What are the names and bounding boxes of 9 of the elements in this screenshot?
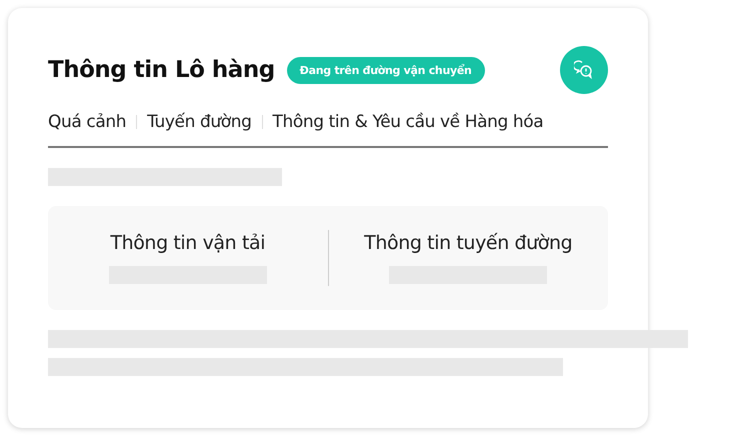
section-heading: Thông tin vận tải	[110, 232, 266, 254]
status-badge: Đang trên đường vận chuyển	[286, 56, 485, 84]
tab[interactable]: Quá cảnh	[48, 112, 126, 132]
section-heading: Thông tin tuyến đường	[364, 232, 572, 254]
tab[interactable]: Thông tin & Yêu cầu về Hàng hóa	[272, 112, 544, 132]
tab[interactable]: Tuyến đường	[147, 112, 252, 132]
chat-button[interactable]	[560, 46, 608, 94]
chat-bubbles-icon	[574, 60, 594, 80]
card-title: Thông tin Lô hàng	[48, 57, 275, 83]
